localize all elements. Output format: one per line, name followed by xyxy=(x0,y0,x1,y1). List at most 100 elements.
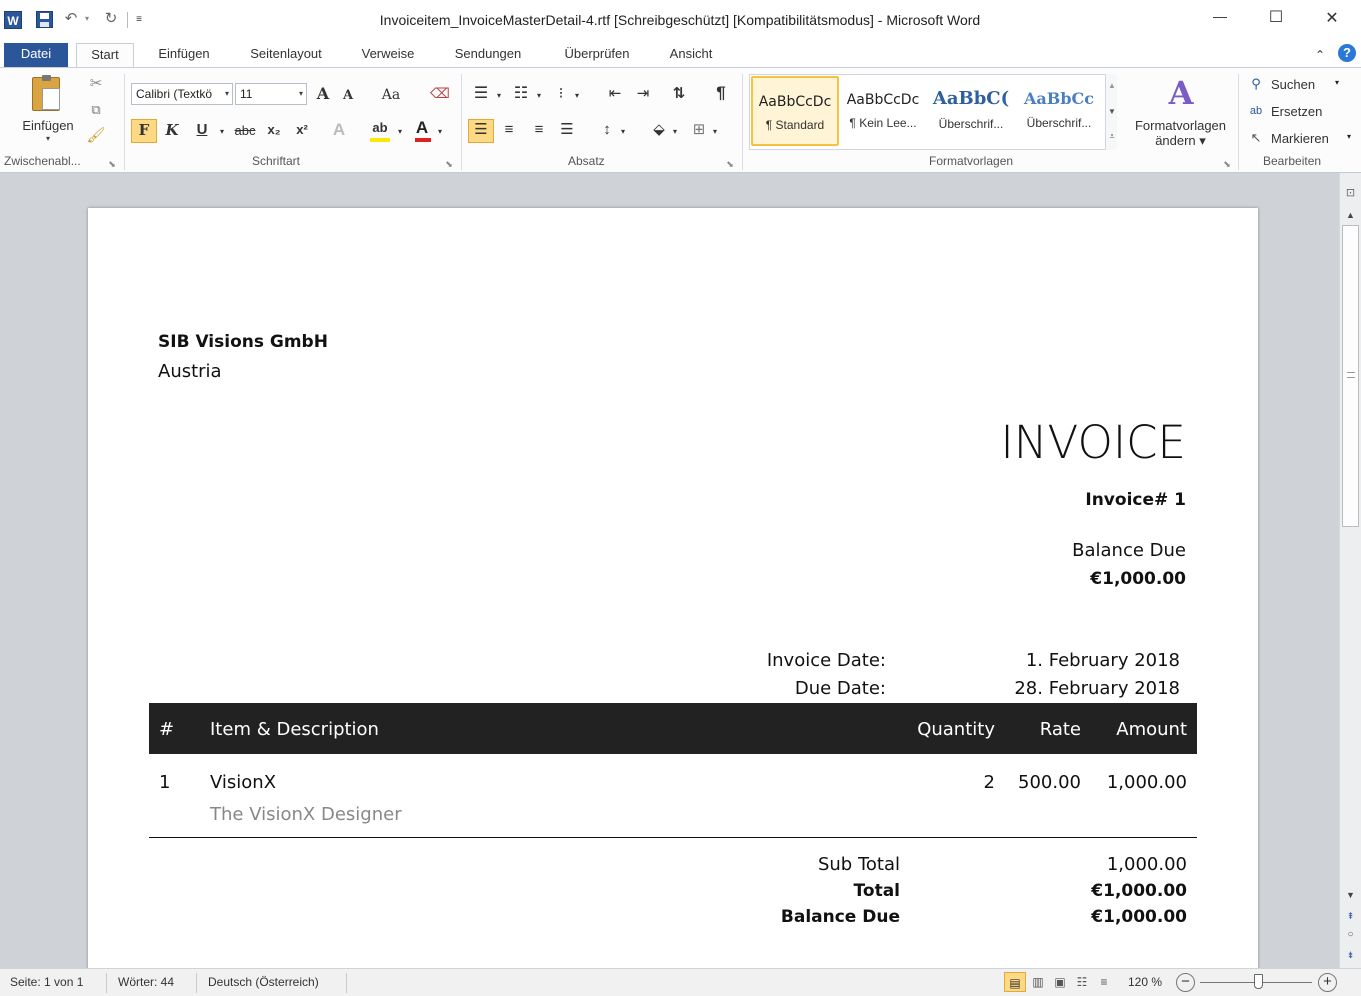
scroll-up-icon[interactable]: ▲ xyxy=(1342,205,1359,225)
align-right-icon[interactable]: ≡ xyxy=(528,120,550,140)
multilevel-list-icon[interactable]: ⁝ xyxy=(550,84,572,104)
next-page-icon[interactable]: ⇟ xyxy=(1342,945,1359,965)
style-name: Überschrif... xyxy=(938,117,1004,131)
grow-font-icon[interactable]: A xyxy=(313,84,333,104)
scroll-up-icon[interactable]: ▲ xyxy=(1106,76,1118,96)
tab-mailings[interactable]: Sendungen xyxy=(442,43,534,67)
underline-button[interactable]: U xyxy=(191,120,213,140)
bullets-icon[interactable]: ☰ xyxy=(470,84,492,104)
font-name-combo[interactable]: Calibri (Textkö ▾ xyxy=(131,83,233,105)
clipboard-launcher-icon[interactable]: ⬊ xyxy=(106,154,118,174)
chevron-down-icon[interactable]: ▾ xyxy=(572,86,582,106)
page-count[interactable]: Seite: 1 von 1 xyxy=(10,975,83,989)
ribbon-tabs: Datei Start Einfügen Seitenlayout Verwei… xyxy=(0,40,1361,71)
zoom-slider-thumb[interactable] xyxy=(1254,974,1264,989)
justify-icon[interactable]: ☰ xyxy=(556,120,578,140)
undo-icon[interactable]: ↶ xyxy=(62,9,80,29)
italic-button[interactable]: K xyxy=(161,120,183,140)
paste-button[interactable]: Einfügen ▾ xyxy=(12,74,84,146)
undo-dropdown-icon[interactable]: ▾ xyxy=(82,9,92,29)
save-icon[interactable] xyxy=(36,11,53,28)
print-layout-icon[interactable]: ▤ xyxy=(1004,972,1026,992)
language[interactable]: Deutsch (Österreich) xyxy=(208,975,319,989)
ruler-toggle-icon[interactable]: ⊡ xyxy=(1342,183,1359,203)
previous-page-icon[interactable]: ⇞ xyxy=(1342,906,1359,926)
style-no-spacing[interactable]: AaBbCcDc ¶ Kein Lee... xyxy=(839,76,927,146)
word-logo-icon[interactable]: W xyxy=(4,11,22,29)
chevron-down-icon[interactable]: ▾ xyxy=(710,122,720,142)
style-heading-1[interactable]: AaBbC( Überschrif... xyxy=(927,76,1015,146)
chevron-down-icon[interactable]: ▾ xyxy=(534,86,544,106)
paragraph-launcher-icon[interactable]: ⬊ xyxy=(724,154,736,174)
numbering-icon[interactable]: ☷ xyxy=(510,84,532,104)
outline-view-icon[interactable]: ☷ xyxy=(1072,972,1092,992)
shrink-font-icon[interactable]: A xyxy=(339,86,357,106)
maximize-button[interactable]: ☐ xyxy=(1256,7,1296,31)
replace-button[interactable]: ab Ersetzen xyxy=(1247,101,1357,121)
styles-launcher-icon[interactable]: ⬊ xyxy=(1221,154,1233,174)
cut-icon[interactable]: ✂ xyxy=(86,74,106,94)
tab-file[interactable]: Datei xyxy=(4,43,68,67)
tab-review[interactable]: Überprüfen xyxy=(552,43,642,67)
zoom-level[interactable]: 120 % xyxy=(1128,975,1162,989)
find-button[interactable]: ⚲ Suchen ▾ xyxy=(1247,74,1357,94)
align-left-button[interactable]: ☰ xyxy=(468,119,494,143)
chevron-down-icon[interactable]: ▾ xyxy=(395,122,405,142)
minimize-button[interactable]: — xyxy=(1200,8,1240,32)
tab-view[interactable]: Ansicht xyxy=(660,43,722,67)
increase-indent-icon[interactable]: ⇥ xyxy=(632,84,654,104)
scroll-down-icon[interactable]: ▼ xyxy=(1106,102,1118,122)
chevron-down-icon[interactable]: ▾ xyxy=(217,122,227,142)
full-screen-reading-icon[interactable]: ▥ xyxy=(1028,972,1048,992)
format-painter-icon[interactable]: 🖌 xyxy=(86,126,106,146)
sort-icon[interactable]: ⇅ xyxy=(668,84,690,104)
draft-view-icon[interactable]: ≡ xyxy=(1094,972,1114,992)
style-standard[interactable]: AaBbCcDc ¶ Standard xyxy=(751,76,839,146)
chevron-down-icon[interactable]: ▾ xyxy=(435,122,445,142)
font-launcher-icon[interactable]: ⬊ xyxy=(443,154,455,174)
chevron-down-icon[interactable]: ▾ xyxy=(494,86,504,106)
change-case-icon[interactable]: Aa xyxy=(377,85,405,105)
copy-icon[interactable]: ⧉ xyxy=(86,100,106,120)
zoom-in-button[interactable]: + xyxy=(1318,973,1337,992)
help-icon[interactable]: ? xyxy=(1338,44,1356,62)
tab-insert[interactable]: Einfügen xyxy=(146,43,222,67)
show-formatting-icon[interactable]: ¶ xyxy=(710,83,732,103)
align-center-icon[interactable]: ≡ xyxy=(498,120,520,140)
decrease-indent-icon[interactable]: ⇤ xyxy=(604,84,626,104)
borders-icon[interactable]: ⊞ xyxy=(688,120,710,140)
tab-page-layout[interactable]: Seitenlayout xyxy=(236,43,336,67)
text-effects-icon[interactable]: A xyxy=(329,120,349,140)
status-bar: Seite: 1 von 1 Wörter: 44 Deutsch (Öster… xyxy=(0,968,1361,996)
web-layout-icon[interactable]: ▣ xyxy=(1050,972,1070,992)
font-color-icon[interactable]: A xyxy=(411,118,433,138)
shading-icon[interactable]: ⬙ xyxy=(648,120,670,140)
style-heading-2[interactable]: AaBbCc Überschrif... xyxy=(1015,76,1103,146)
more-styles-icon[interactable]: ⩡ xyxy=(1106,126,1118,146)
row-quantity: 2 xyxy=(983,772,995,793)
document-page[interactable]: SIB Visions GmbH Austria INVOICE Invoice… xyxy=(88,208,1258,968)
select-button[interactable]: ↖ Markieren ▾ xyxy=(1247,128,1357,148)
close-button[interactable]: ✕ xyxy=(1312,8,1352,32)
strikethrough-button[interactable]: abc xyxy=(231,121,259,141)
bold-button[interactable]: F xyxy=(131,119,157,143)
zoom-out-button[interactable]: − xyxy=(1176,973,1195,992)
highlight-icon[interactable]: ab xyxy=(367,118,393,142)
line-spacing-icon[interactable]: ↕ xyxy=(596,120,618,140)
chevron-down-icon[interactable]: ▾ xyxy=(670,122,680,142)
scrollbar-thumb[interactable] xyxy=(1342,225,1359,527)
vertical-scrollbar[interactable]: ⊡ ▲ ▼ ⇞ ○ ⇟ xyxy=(1339,173,1361,968)
change-styles-button[interactable]: A Formatvorlagen ändern ▾ xyxy=(1123,72,1233,152)
font-size-combo[interactable]: 11 ▾ xyxy=(235,83,307,105)
scroll-down-icon[interactable]: ▼ xyxy=(1342,885,1359,905)
subscript-button[interactable]: x₂ xyxy=(263,120,285,140)
chevron-down-icon[interactable]: ▾ xyxy=(618,122,628,142)
collapse-ribbon-icon[interactable]: ⌃ xyxy=(1312,45,1328,65)
word-count[interactable]: Wörter: 44 xyxy=(118,975,174,989)
clear-format-icon[interactable]: ⌫ xyxy=(429,83,451,103)
redo-icon[interactable]: ↻ xyxy=(102,9,120,29)
customize-toolbar-icon[interactable]: ≡ xyxy=(133,10,145,30)
tab-references[interactable]: Verweise xyxy=(352,43,424,67)
superscript-button[interactable]: x² xyxy=(291,120,313,140)
browse-object-icon[interactable]: ○ xyxy=(1342,925,1359,945)
